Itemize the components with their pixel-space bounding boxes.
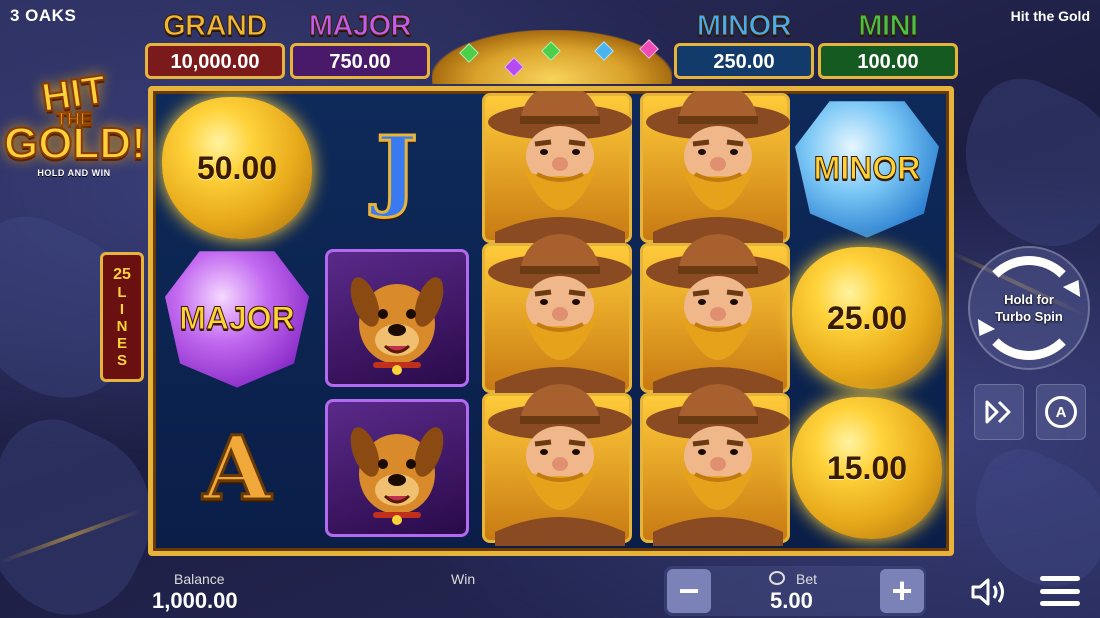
spin-hint: Hold for Turbo Spin xyxy=(995,291,1063,325)
gem-icon xyxy=(639,39,659,59)
cash-value: 25.00 xyxy=(826,299,908,336)
symbol-miner xyxy=(479,234,635,396)
gold-treasure-pile xyxy=(432,30,672,84)
gem-icon xyxy=(459,43,479,63)
menu-button[interactable] xyxy=(1040,576,1080,606)
reel-grid: 50.00 MAJOR A J MINOR 25.00 15.00 xyxy=(148,86,954,556)
gem-icon xyxy=(594,41,614,61)
paylines-count: 25 xyxy=(113,265,131,283)
gem-icon xyxy=(541,41,561,61)
jackpot-label: MINI xyxy=(858,10,919,43)
spin-hint-line: Turbo Spin xyxy=(995,309,1063,324)
sound-button[interactable] xyxy=(970,576,1010,608)
logo-word: GOLD! xyxy=(3,119,147,168)
decrease-bet-button[interactable]: − xyxy=(667,569,711,613)
jackpot-label: MAJOR xyxy=(308,10,412,43)
paylines-letter: E xyxy=(116,334,127,352)
background-rock xyxy=(935,63,1100,267)
symbol-purple-gem: MAJOR xyxy=(159,243,315,393)
game-title: Hit the Gold xyxy=(1010,8,1090,24)
symbol-blue-gem: MINOR xyxy=(789,93,945,243)
symbol-miner xyxy=(637,384,793,546)
autoplay-icon: A xyxy=(1045,396,1077,428)
paylines-badge: 25 LINES xyxy=(100,252,144,382)
jackpot-value: 250.00 xyxy=(674,43,814,79)
jackpot-label: MINOR xyxy=(696,10,792,43)
cash-value: 50.00 xyxy=(196,149,278,186)
symbol-miner xyxy=(637,91,793,246)
jackpot-value: 750.00 xyxy=(290,43,430,79)
letter-symbol: J xyxy=(375,115,420,222)
miner-icon xyxy=(646,384,790,546)
gem-icon xyxy=(504,57,524,77)
jackpot-value: 10,000.00 xyxy=(145,43,285,79)
fast-forward-icon xyxy=(985,400,1011,424)
symbol-gold-nugget: 15.00 xyxy=(789,393,945,543)
win-label: Win xyxy=(451,571,476,587)
logo-subtitle: HOLD AND WIN xyxy=(37,168,111,178)
menu-icon xyxy=(1040,588,1080,594)
paylines-letter: S xyxy=(116,351,127,369)
symbol-letter-j: J xyxy=(319,93,475,243)
balance-value: 1,000.00 xyxy=(152,588,238,613)
symbol-dog xyxy=(319,243,475,393)
jackpot-major: MAJOR 750.00 xyxy=(290,10,430,79)
speaker-icon xyxy=(971,578,1004,606)
paylines-letter: N xyxy=(116,317,128,335)
symbol-gold-nugget: 50.00 xyxy=(159,93,315,243)
increase-bet-button[interactable]: + xyxy=(880,569,924,613)
paylines-word: LINES xyxy=(117,284,128,369)
autoplay-button[interactable]: A xyxy=(1036,384,1086,440)
paylines-letter: L xyxy=(117,283,127,301)
bet-value: 5.00 xyxy=(770,588,813,613)
symbol-dog xyxy=(319,393,475,543)
jackpot-minor: MINOR 250.00 xyxy=(674,10,814,79)
jackpot-value: 100.00 xyxy=(818,43,958,79)
symbol-letter-a: A xyxy=(159,393,315,543)
balance-label: Balance xyxy=(174,571,225,587)
paylines-letter: I xyxy=(119,300,125,318)
miner-icon xyxy=(488,91,632,246)
game-logo: HIT THE GOLD! HOLD AND WIN xyxy=(3,67,147,206)
jackpot-symbol-label: MAJOR xyxy=(179,299,296,336)
menu-icon xyxy=(1040,576,1080,581)
jackpot-grand: GRAND 10,000.00 xyxy=(145,10,285,79)
miner-icon xyxy=(488,384,632,546)
autoplay-label: A xyxy=(1055,403,1067,421)
symbol-miner xyxy=(479,384,635,546)
miner-icon xyxy=(646,91,790,246)
turbo-button[interactable] xyxy=(974,384,1024,440)
brand-label: 3 OAKS xyxy=(10,6,77,25)
letter-symbol: A xyxy=(201,415,272,522)
miner-icon xyxy=(488,234,632,396)
jackpot-symbol-label: MINOR xyxy=(813,149,921,186)
miner-icon xyxy=(646,234,790,396)
dog-icon xyxy=(350,277,444,375)
spin-hint-line: Hold for xyxy=(1004,292,1054,307)
coins-icon xyxy=(769,571,785,585)
jackpot-label: GRAND xyxy=(163,10,268,43)
symbol-miner xyxy=(637,234,793,396)
spin-button[interactable]: Hold for Turbo Spin xyxy=(968,246,1090,370)
dog-icon xyxy=(350,427,444,525)
jackpot-mini: MINI 100.00 xyxy=(818,10,958,79)
bet-label: Bet xyxy=(796,571,818,587)
cash-value: 15.00 xyxy=(826,449,908,486)
menu-icon xyxy=(1040,601,1080,606)
symbol-gold-nugget: 25.00 xyxy=(789,243,945,393)
symbol-miner xyxy=(479,91,635,246)
